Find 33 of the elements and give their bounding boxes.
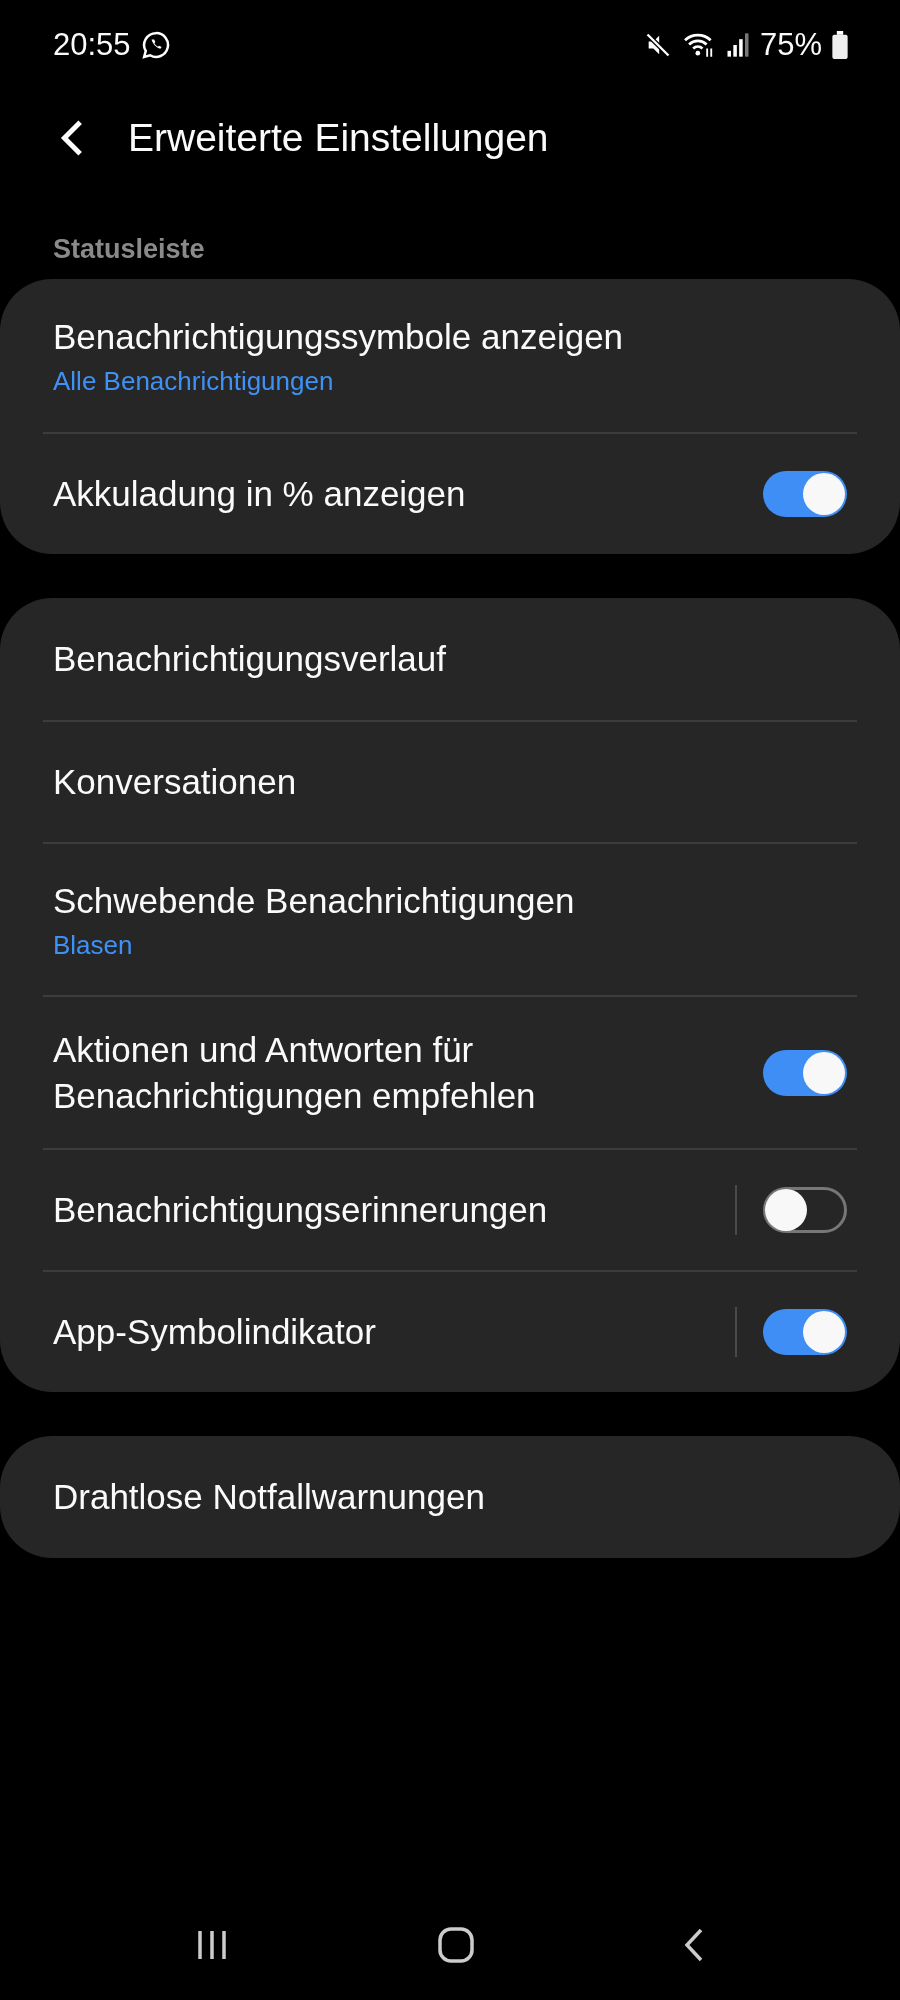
settings-item[interactable]: Benachrichtigungserinnerungen (43, 1148, 857, 1270)
toggle-switch[interactable] (763, 1187, 847, 1233)
settings-item[interactable]: Drahtlose Notfallwarnungen (43, 1436, 857, 1558)
toggle-switch[interactable] (763, 471, 847, 517)
item-title: Benachrichtigungserinnerungen (53, 1189, 549, 1232)
item-subtitle: Alle Benachrichtigungen (53, 365, 335, 397)
item-title: Akkuladung in % anzeigen (53, 473, 467, 516)
settings-item[interactable]: Schwebende Benachrichtigungen Blasen (43, 842, 857, 995)
item-title: Benachrichtigungsverlauf (53, 638, 447, 681)
settings-item[interactable]: Benachrichtigungsverlauf (43, 598, 857, 720)
settings-item[interactable]: App-Symbolindikator (43, 1270, 857, 1392)
home-button[interactable] (437, 1926, 475, 1964)
settings-item[interactable]: Konversationen (43, 720, 857, 842)
item-title: Drahtlose Notfallwarnungen (53, 1476, 486, 1519)
battery-icon (832, 31, 848, 59)
item-title: App-Symbolindikator (53, 1311, 377, 1354)
item-title: Konversationen (53, 761, 298, 804)
item-title: Schwebende Benachrichtigungen (53, 880, 576, 923)
settings-item[interactable]: Benachrichtigungssymbole anzeigen Alle Benachrichtigungen (43, 279, 857, 432)
item-title: Benachrichtigungssymbole anzeigen (53, 316, 625, 359)
toggle-switch[interactable] (763, 1309, 847, 1355)
item-subtitle: Blasen (53, 929, 134, 961)
toggle-switch[interactable] (763, 1049, 847, 1096)
clock: 20:55 (53, 27, 131, 63)
signal-icon (725, 31, 750, 59)
settings-item[interactable]: Aktionen und Antworten für Benachrichtigungen empfehlen (43, 995, 857, 1148)
mute-icon (643, 31, 672, 59)
page-title: Erweiterte Einstellungen (128, 116, 549, 160)
settings-item[interactable]: Akkuladung in % anzeigen (43, 432, 857, 554)
item-title: Aktionen und Antworten für Benachrichtigungen empfehlen (53, 1029, 537, 1117)
chat-icon (140, 30, 171, 60)
battery-percentage: 75% (759, 27, 822, 63)
section-label: Statusleiste (52, 234, 206, 265)
